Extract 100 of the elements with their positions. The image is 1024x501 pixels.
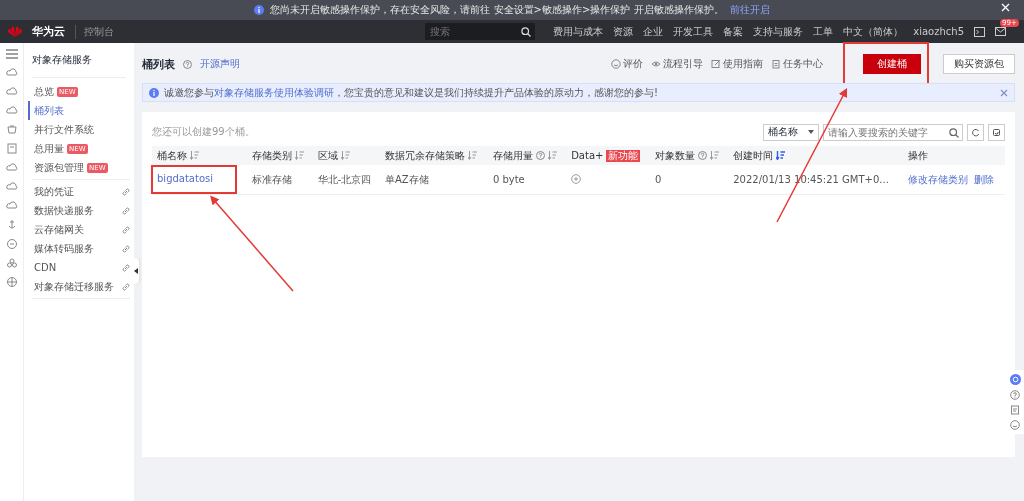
bucket-name-link[interactable]: bigdatatosi bbox=[157, 173, 214, 184]
filter-dropdown[interactable]: 桶名称 bbox=[763, 123, 819, 141]
eye-icon bbox=[651, 59, 661, 69]
sort-icon[interactable] bbox=[295, 151, 305, 160]
table-cell: 单AZ存储 bbox=[380, 165, 488, 195]
feedback-icon[interactable] bbox=[1010, 420, 1020, 430]
sort-icon[interactable] bbox=[547, 151, 557, 160]
nav-link[interactable]: 支持与服务 bbox=[753, 24, 804, 39]
column-header[interactable]: 存储类别 bbox=[247, 146, 313, 165]
search-icon[interactable] bbox=[949, 127, 959, 138]
column-header: 操作 bbox=[903, 146, 1005, 165]
survey-link[interactable]: 对象存储服务使用体验调研 bbox=[214, 86, 334, 98]
link-icon[interactable] bbox=[122, 187, 130, 196]
nav-link[interactable]: 备案 bbox=[723, 24, 744, 39]
toolbar-link[interactable]: 使用指南 bbox=[711, 57, 763, 71]
globe-icon[interactable] bbox=[5, 276, 18, 287]
survey-text: 诚邀您参与对象存储服务使用体验调研，您宝贵的意见和建议是我们持续提升产品体验的原动力，感谢您的参与! bbox=[164, 85, 659, 100]
mail-icon[interactable] bbox=[995, 25, 1006, 36]
sort-icon[interactable] bbox=[468, 151, 478, 160]
settings-button[interactable] bbox=[988, 123, 1005, 141]
sort-icon[interactable] bbox=[340, 151, 350, 160]
page-title: 桶列表 bbox=[142, 56, 175, 72]
sidebar-item[interactable]: 数据快递服务 bbox=[32, 201, 130, 220]
nav-link[interactable]: 工单 bbox=[813, 24, 834, 39]
cloud-icon[interactable] bbox=[5, 181, 18, 192]
clipboard-icon bbox=[771, 59, 781, 69]
buy-package-button[interactable]: 购买资源包 bbox=[943, 54, 1015, 74]
sidebar-item[interactable]: 桶列表 bbox=[28, 101, 130, 120]
nav-link[interactable]: 资源 bbox=[613, 24, 634, 39]
notice-text: 您尚未开启敏感操作保护，存在安全风险，请前往 安全设置>敏感操作>操作保护 开启敏感操作保护。 bbox=[270, 3, 724, 17]
table-cell: 标准存储 bbox=[247, 165, 313, 195]
help-icon[interactable] bbox=[1010, 390, 1020, 400]
new-badge: 新功能 bbox=[606, 149, 641, 162]
cloud-icon[interactable] bbox=[5, 200, 18, 211]
action-link[interactable]: 修改存储类别 bbox=[908, 173, 969, 185]
cloud-icon[interactable] bbox=[5, 86, 18, 97]
cluster-icon[interactable] bbox=[5, 257, 18, 268]
note-icon[interactable] bbox=[1010, 405, 1020, 415]
toolbar-link[interactable]: 评价 bbox=[611, 57, 643, 71]
sort-icon[interactable] bbox=[776, 151, 786, 160]
nav-link[interactable]: xiaozhch5 bbox=[913, 26, 964, 37]
sidebar-item[interactable]: CDN bbox=[32, 258, 130, 277]
table-cell: 0 byte bbox=[487, 165, 567, 195]
collapse-handle[interactable] bbox=[133, 258, 139, 284]
search-field[interactable]: 搜索 bbox=[425, 23, 536, 40]
refresh-icon bbox=[971, 127, 980, 137]
column-header: Data+ 新功能 bbox=[566, 146, 650, 165]
quota-text: 您还可以创建99个桶。 bbox=[152, 125, 256, 139]
link-icon[interactable] bbox=[122, 244, 130, 253]
create-bucket-button[interactable]: 创建桶 bbox=[863, 54, 921, 74]
table-cell: 华北-北京四 bbox=[312, 165, 381, 195]
chat-icon[interactable] bbox=[1009, 374, 1021, 385]
sidebar-item[interactable]: 媒体转码服务 bbox=[32, 239, 130, 258]
column-header[interactable]: 创建时间 bbox=[728, 146, 904, 165]
menu-icon[interactable] bbox=[5, 49, 18, 59]
logo-icon[interactable] bbox=[8, 25, 22, 38]
caret-icon bbox=[808, 130, 814, 134]
action-link[interactable]: 删除 bbox=[974, 173, 995, 185]
sidebar-item[interactable]: 对象存储迁移服务 bbox=[32, 277, 130, 296]
link-icon[interactable] bbox=[122, 282, 130, 291]
column-header[interactable]: 存储用量 bbox=[487, 146, 567, 165]
circle-icon[interactable] bbox=[5, 238, 18, 249]
search-icon[interactable] bbox=[521, 27, 532, 37]
column-header[interactable]: 对象数量 bbox=[649, 146, 729, 165]
bucket-icon[interactable] bbox=[5, 124, 18, 135]
link-icon[interactable] bbox=[122, 263, 130, 272]
nav-link[interactable]: 费用与成本 bbox=[553, 24, 604, 39]
column-header[interactable]: 桶名称 bbox=[152, 146, 248, 165]
column-header[interactable]: 数据冗余存储策略 bbox=[380, 146, 488, 165]
document-icon[interactable] bbox=[5, 143, 18, 154]
enable-link[interactable]: 前往开启 bbox=[729, 3, 770, 17]
sidebar-item[interactable]: 云存储网关 bbox=[32, 220, 130, 239]
sort-icon[interactable] bbox=[709, 151, 719, 160]
statement-link[interactable]: 开源声明 bbox=[200, 57, 240, 71]
sidebar-item[interactable]: 我的凭证 bbox=[32, 182, 130, 201]
table-cell: 0 bbox=[649, 165, 729, 195]
search-field[interactable]: 请输入要搜索的关键字 bbox=[823, 123, 963, 141]
cloud-icon[interactable] bbox=[5, 162, 18, 173]
cloud-icon[interactable] bbox=[5, 67, 18, 78]
terminal-icon[interactable] bbox=[974, 26, 985, 37]
console-link[interactable]: 控制台 bbox=[75, 24, 114, 39]
link-icon[interactable] bbox=[122, 206, 130, 215]
toolbar-link[interactable]: 任务中心 bbox=[771, 57, 823, 71]
cloud-icon[interactable] bbox=[5, 105, 18, 116]
nav-link[interactable]: 开发工具 bbox=[673, 24, 714, 39]
brand-name[interactable]: 华为云 bbox=[32, 24, 65, 39]
help-icon[interactable] bbox=[535, 151, 545, 160]
info-icon bbox=[254, 5, 265, 15]
toolbar-link[interactable]: 流程引导 bbox=[651, 57, 703, 71]
link-icon[interactable] bbox=[122, 225, 130, 234]
help-icon[interactable] bbox=[183, 59, 192, 69]
nav-link[interactable]: 企业 bbox=[643, 24, 664, 39]
help-icon[interactable] bbox=[697, 151, 707, 160]
smiley-icon bbox=[611, 59, 621, 69]
sidebar-item[interactable]: 并行文件系统 bbox=[32, 120, 130, 139]
nav-link[interactable]: 中文（简体） bbox=[843, 24, 904, 39]
sort-icon[interactable] bbox=[190, 151, 199, 160]
status-icon bbox=[571, 173, 582, 184]
column-header[interactable]: 区域 bbox=[312, 146, 381, 165]
refresh-button[interactable] bbox=[967, 123, 984, 141]
